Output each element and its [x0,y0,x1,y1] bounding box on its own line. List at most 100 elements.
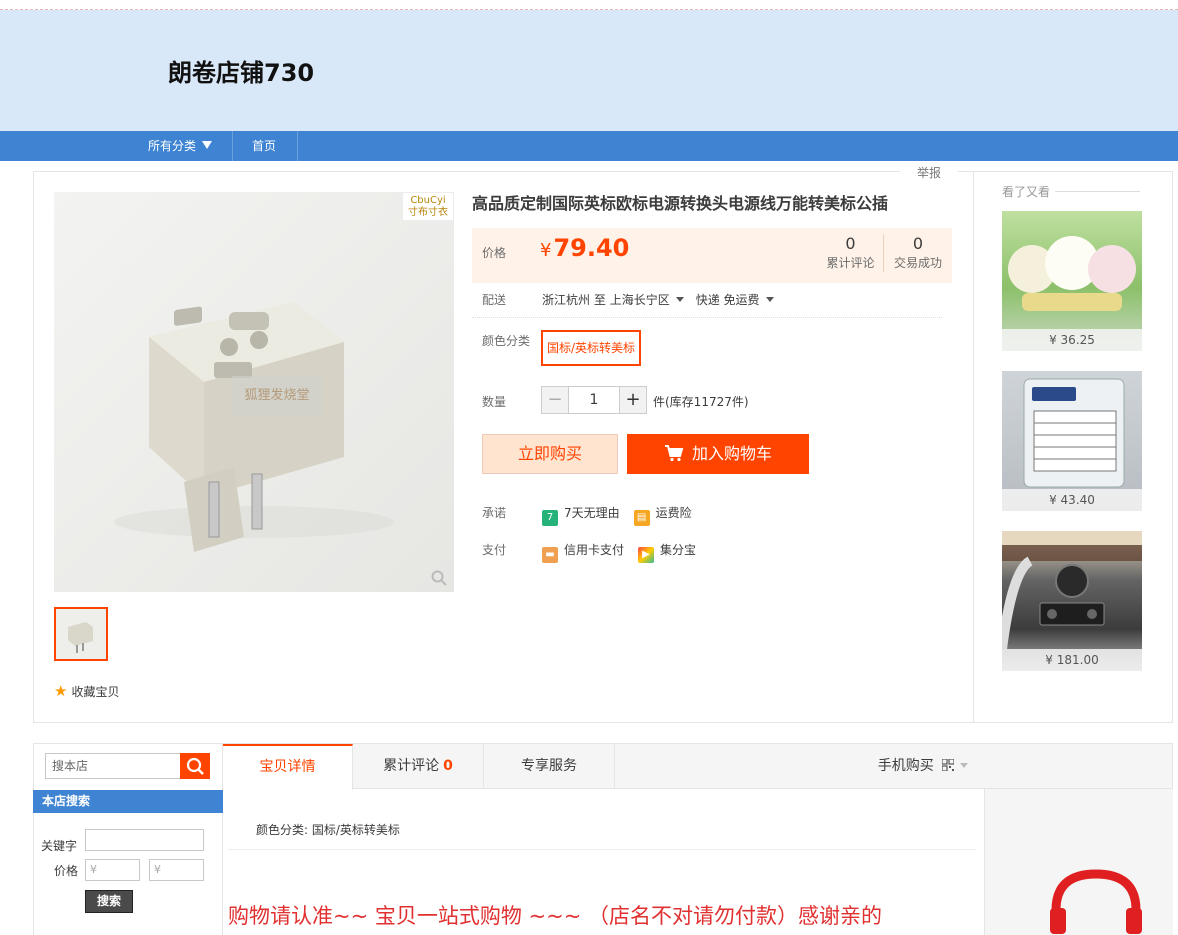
promise-shipping-insurance[interactable]: 运费险 [656,506,692,520]
stock-info: 件(库存11727件) [653,395,749,409]
shop-search-input[interactable]: 搜本店 [45,753,181,779]
report-link[interactable]: 举报 [900,164,958,182]
promise-row: 承诺 7 7天无理由 ▤ 运费险 [482,504,692,526]
ship-from: 浙江杭州 [542,293,591,307]
quantity-input[interactable]: 1 [569,387,619,413]
dropdown-arrow-icon [765,297,774,302]
top-decorative-border [0,0,1178,10]
brand-logo-text: CbuCyi 寸布寸衣 [408,195,448,218]
color-option-selected[interactable]: 国标/英标转美标 [541,330,642,366]
shop-search-submit-button[interactable]: 搜索 [85,890,133,913]
nav-all-categories-label: 所有分类 [148,139,197,153]
headphone-logo-icon [1050,869,1142,934]
trade-stat: 0 交易成功 [885,234,951,272]
quantity-decrease-button[interactable]: − [542,387,569,413]
review-count-label: 累计评论 [826,256,875,270]
cart-icon [664,445,684,462]
thumbnail-1[interactable] [54,607,108,661]
pay-credit-card[interactable]: 信用卡支付 [564,543,624,557]
also-viewed-title: 看了又看 [1002,185,1051,199]
image-watermark: 狐狸发烧堂 [232,376,322,416]
payment-label: 支付 [482,543,507,557]
zoom-icon[interactable] [430,569,448,587]
tab-reviews-count: 0 [443,758,453,774]
jifenbao-icon: ▶ [638,547,655,563]
price-amount: 79.40 [553,234,630,262]
min-price-input[interactable]: ¥ [85,859,140,881]
star-icon: ★ [54,682,68,700]
staple-box-image [1023,378,1125,488]
price-box: 价格 ¥79.40 0 累计评论 0 交易成功 [472,228,952,283]
detail-tabbar: 宝贝详情 累计评论 0 专享服务 手机购买 [223,743,1173,790]
nav-all-categories[interactable]: 所有分类 [130,131,233,161]
tab-reviews-label: 累计评论 [383,758,440,774]
pay-jifenbao[interactable]: 集分宝 [660,543,696,557]
search-icon [186,757,204,775]
quantity-increase-button[interactable]: + [619,387,646,413]
ship-method-selector[interactable]: 快递 免运费 [696,293,786,307]
tab-exclusive-service[interactable]: 专享服务 [484,744,615,789]
shop-name[interactable]: 朗卷店铺730 [168,53,314,88]
review-count: 0 [845,234,856,253]
keyword-label: 关键字 [41,839,78,853]
promise-seven-day[interactable]: 7天无理由 [564,506,620,520]
review-stat[interactable]: 0 累计评论 [818,234,884,272]
seven-day-return-icon: 7 [542,510,558,526]
dropdown-arrow-icon [960,763,969,768]
product-title: 高品质定制国际英标欧标电源转换头电源线万能转美标公插 [472,194,889,213]
ship-to-selector[interactable]: 上海长宁区 [610,293,696,307]
credit-card-icon: ▬ [542,547,558,563]
also-viewed-item[interactable]: ¥ 36.25 [1002,211,1142,351]
also-viewed-item[interactable]: ¥ 181.00 [1002,531,1142,671]
promise-label: 承诺 [482,506,507,520]
triangle-down-icon [202,141,213,149]
price-label: 价格 [482,246,507,260]
shop-navbar: 所有分类 首页 [0,131,1178,161]
brand-logo: CbuCyi 寸布寸衣 [403,193,453,220]
color-label: 颜色分类 [482,334,531,348]
tab-details[interactable]: 宝贝详情 [223,744,353,790]
also-viewed-price: ¥ 181.00 [1002,649,1142,671]
shop-search-button[interactable] [180,753,210,779]
trade-count-label: 交易成功 [893,256,942,270]
quantity-label: 数量 [482,395,507,409]
shipping-label: 配送 [482,293,507,307]
shipping-insurance-icon: ▤ [633,510,650,526]
detail-attribute: 颜色分类: 国标/英标转美标 [256,823,400,837]
currency-symbol: ¥ [540,240,552,261]
buy-now-button[interactable]: 立即购买 [482,434,618,474]
trade-count: 0 [912,234,924,253]
ship-method-value: 快递 免运费 [695,293,760,307]
shipping-row: 配送 浙江杭州 至 上海长宁区 快递 免运费 [472,292,942,318]
qr-code-icon [942,759,955,771]
favorite-button[interactable]: ★ 收藏宝贝 [54,683,119,699]
car-stereo-image [1002,531,1142,650]
tab-mobile-purchase[interactable]: 手机购买 [863,744,983,789]
nav-home[interactable]: 首页 [234,131,298,161]
favorite-label: 收藏宝贝 [71,685,120,699]
quantity-stepper: − 1 + [541,386,647,414]
ship-to-value: 上海长宁区 [609,293,670,307]
also-viewed-price: ¥ 36.25 [1002,329,1142,351]
also-viewed-price: ¥ 43.40 [1002,489,1142,511]
tab-reviews[interactable]: 累计评论 0 [353,744,484,789]
shop-banner: 朗卷店铺730 [0,10,1178,131]
dropdown-arrow-icon [675,297,684,302]
detail-divider [228,849,976,850]
add-to-cart-button[interactable]: 加入购物车 [627,434,809,474]
main-product-image[interactable]: 狐狸发烧堂 [54,192,454,592]
also-viewed-divider [1055,191,1140,192]
price-value: ¥79.40 [540,234,629,262]
max-price-input[interactable]: ¥ [149,859,204,881]
description-banner-text: 购物请认准~~ 宝贝一站式购物 ~~~ （店名不对请勿付款）感谢亲的 [228,904,883,928]
also-viewed-item[interactable]: ¥ 43.40 [1002,371,1142,511]
sidebar-divider [973,172,974,722]
keyword-input[interactable] [85,829,204,851]
tab-mobile-label: 手机购买 [877,758,934,774]
price-range-label: 价格 [54,864,79,878]
mini-fan-image [1008,236,1136,311]
add-to-cart-label: 加入购物车 [691,444,772,463]
payment-row: 支付 ▬ 信用卡支付 ▶ 集分宝 [482,541,696,563]
ship-to-word: 至 [593,293,606,307]
thumbnail-plug-icon [68,622,93,653]
